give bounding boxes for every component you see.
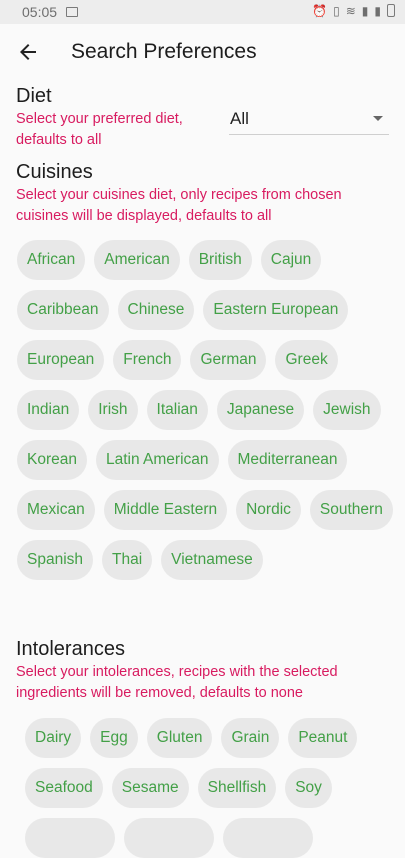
intolerances-title: Intolerances [16,638,125,660]
cuisine-chip[interactable]: Irish [88,390,138,430]
cuisine-chip[interactable]: American [94,240,180,280]
status-time: 05:05 [22,4,58,20]
intolerance-chip-group: Dairy Egg Gluten Grain Peanut Seafood Sesame Sh… [25,718,397,858]
cuisine-chip[interactable]: African [17,240,86,280]
signal-icon: ▮ [374,4,381,18]
cuisine-chip[interactable]: Middle Eastern [103,490,228,530]
cuisine-chip[interactable]: Indian [17,390,80,430]
vibrate-icon: ▯ [333,4,340,18]
dropdown-arrow-icon [373,116,383,121]
cuisines-title: Cuisines [16,161,93,183]
image-notification-icon [66,7,78,17]
intolerance-chip[interactable] [124,818,214,858]
cuisine-chip[interactable]: Vietnamese [161,540,263,580]
intolerance-chip[interactable]: Peanut [288,718,358,758]
intolerance-chip[interactable]: Dairy [25,718,82,758]
cuisine-chip[interactable]: Southern [309,490,393,530]
cuisine-chip[interactable]: European [17,340,105,380]
cuisines-description: Select your cuisines diet, only recipes … [16,187,342,224]
cuisine-chip[interactable]: Mediterranean [227,440,348,480]
diet-description: Select your preferred diet, defaults to … [16,111,183,148]
cuisine-chip[interactable]: Latin American [95,440,219,480]
intolerances-description: Select your intolerances, recipes with t… [16,664,338,701]
battery-icon [387,4,395,17]
arrow-back-icon [20,44,36,60]
cuisine-chip[interactable]: Korean [17,440,87,480]
intolerance-chip[interactable] [25,818,115,858]
intolerance-chip[interactable]: Seafood [25,768,103,808]
intolerance-chip[interactable] [223,818,313,858]
cuisine-chip-group: African American British Cajun Caribbean Chin… [17,240,397,580]
cuisine-chip[interactable]: Nordic [236,490,301,530]
intolerance-chip[interactable]: Shellfish [197,768,277,808]
diet-selected-value: All [230,109,249,128]
cuisine-chip[interactable]: Chinese [117,290,195,330]
cuisine-chip[interactable]: Spanish [17,540,94,580]
cuisine-chip[interactable]: British [188,240,252,280]
signal-icon: ▮ [361,4,369,18]
cuisine-chip[interactable]: French [113,340,182,380]
status-icons: ⏰ ▯ ≋ ▮ ▮ [312,4,395,18]
cuisine-chip[interactable]: Japanese [216,390,305,430]
cuisine-chip[interactable]: Thai [102,540,153,580]
cuisine-chip[interactable]: Cajun [260,240,322,280]
intolerance-chip[interactable]: Gluten [146,718,213,758]
status-bar: 05:05 ⏰ ▯ ≋ ▮ ▮ [0,0,405,24]
intolerance-chip[interactable]: Soy [285,768,332,808]
intolerance-chip[interactable]: Sesame [111,768,189,808]
intolerance-chip[interactable]: Egg [90,718,138,758]
cuisine-chip[interactable]: Greek [275,340,338,380]
page-title: Search Preferences [71,40,257,63]
cuisine-chip[interactable]: Italian [146,390,208,430]
cuisine-chip[interactable]: Mexican [17,490,95,530]
cuisine-chip[interactable]: German [190,340,267,380]
app-bar: Search Preferences [0,24,405,80]
wifi-icon: ≋ [345,4,356,18]
alarm-icon: ⏰ [312,4,328,18]
intolerance-chip[interactable]: Grain [221,718,280,758]
cuisine-chip[interactable]: Caribbean [17,290,109,330]
cuisine-chip[interactable]: Eastern European [203,290,349,330]
diet-dropdown[interactable]: All [229,106,389,135]
back-button[interactable] [16,40,40,64]
cuisine-chip[interactable]: Jewish [313,390,381,430]
diet-title: Diet [16,85,52,107]
